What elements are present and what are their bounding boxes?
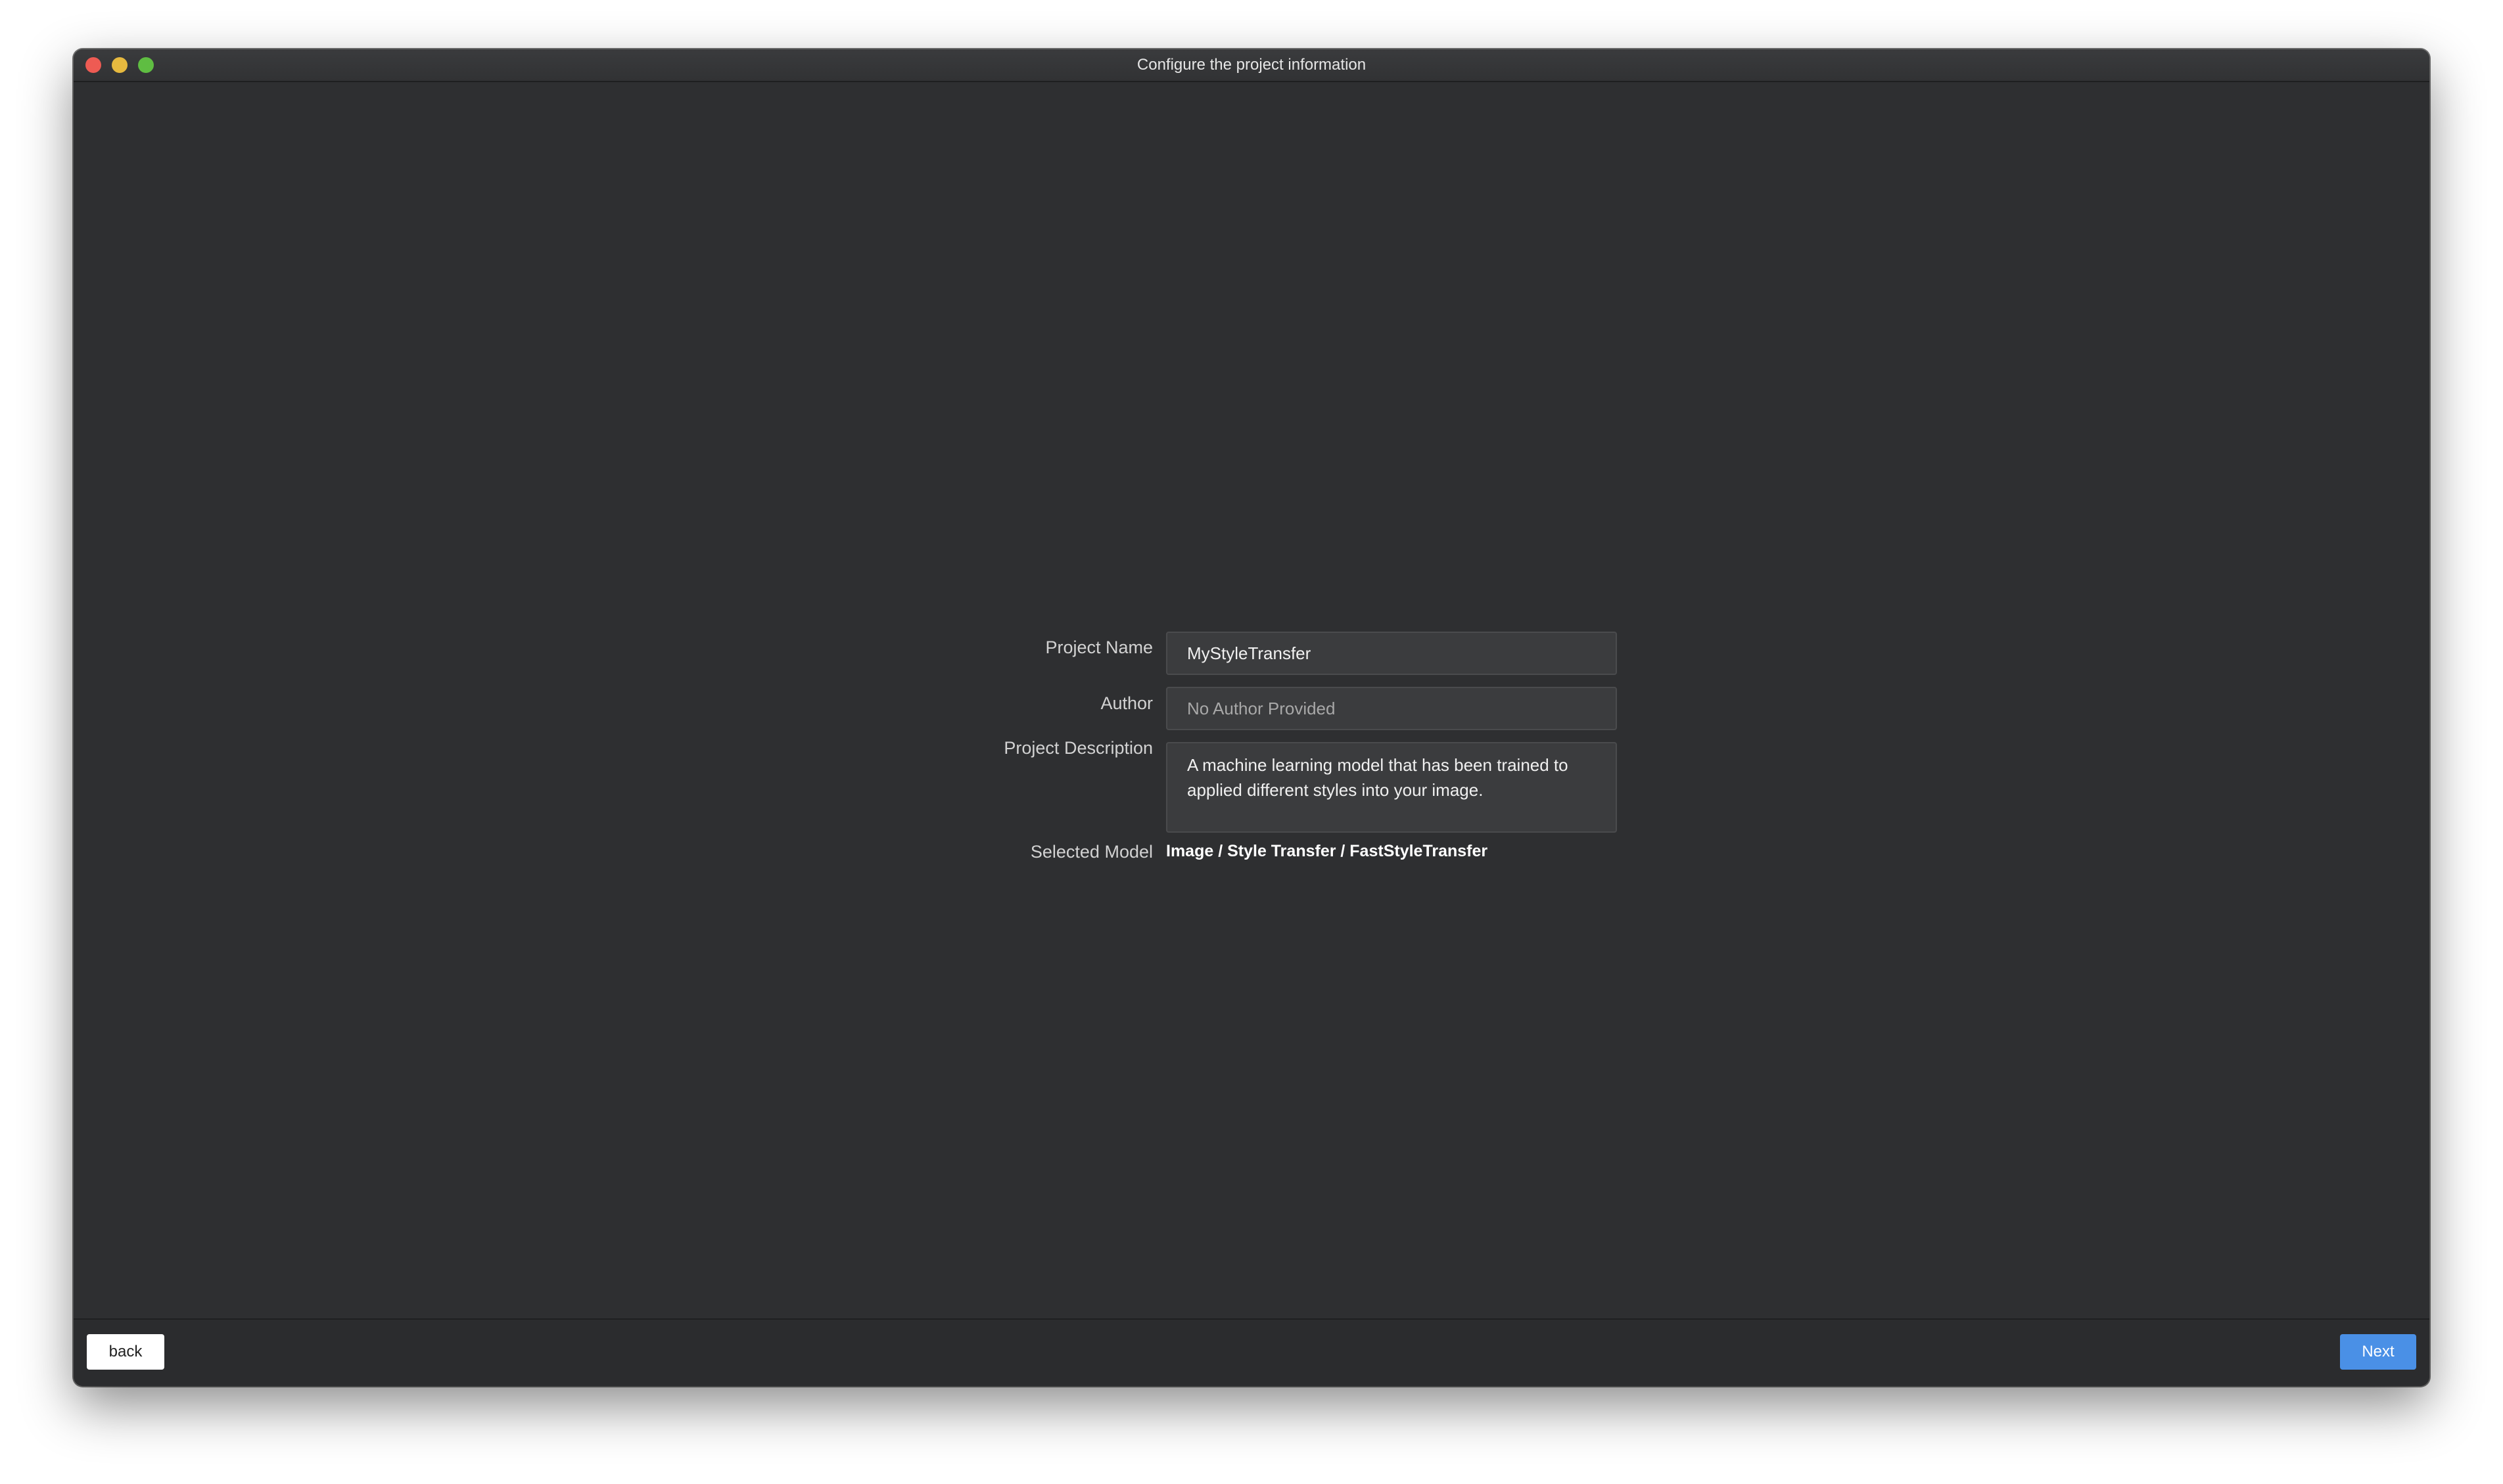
author-label: Author <box>1100 693 1153 713</box>
selected-model-label: Selected Model <box>1030 842 1153 862</box>
back-button[interactable]: back <box>87 1334 164 1370</box>
selected-model-value: Image / Style Transfer / FastStyleTransf… <box>1166 842 1488 860</box>
project-name-label: Project Name <box>1045 638 1153 657</box>
bottom-bar: back Next <box>74 1318 2429 1386</box>
project-description-textarea[interactable]: A machine learning model that has been t… <box>1166 742 1617 833</box>
author-input[interactable] <box>1166 687 1617 730</box>
app-window: Configure the project information Projec… <box>74 49 2429 1386</box>
window-title: Configure the project information <box>1136 56 1367 74</box>
next-button[interactable]: Next <box>2340 1334 2416 1370</box>
title-bar[interactable]: Configure the project information <box>74 49 2429 82</box>
project-name-input[interactable] <box>1166 632 1617 675</box>
project-description-label: Project Description <box>1004 738 1153 758</box>
